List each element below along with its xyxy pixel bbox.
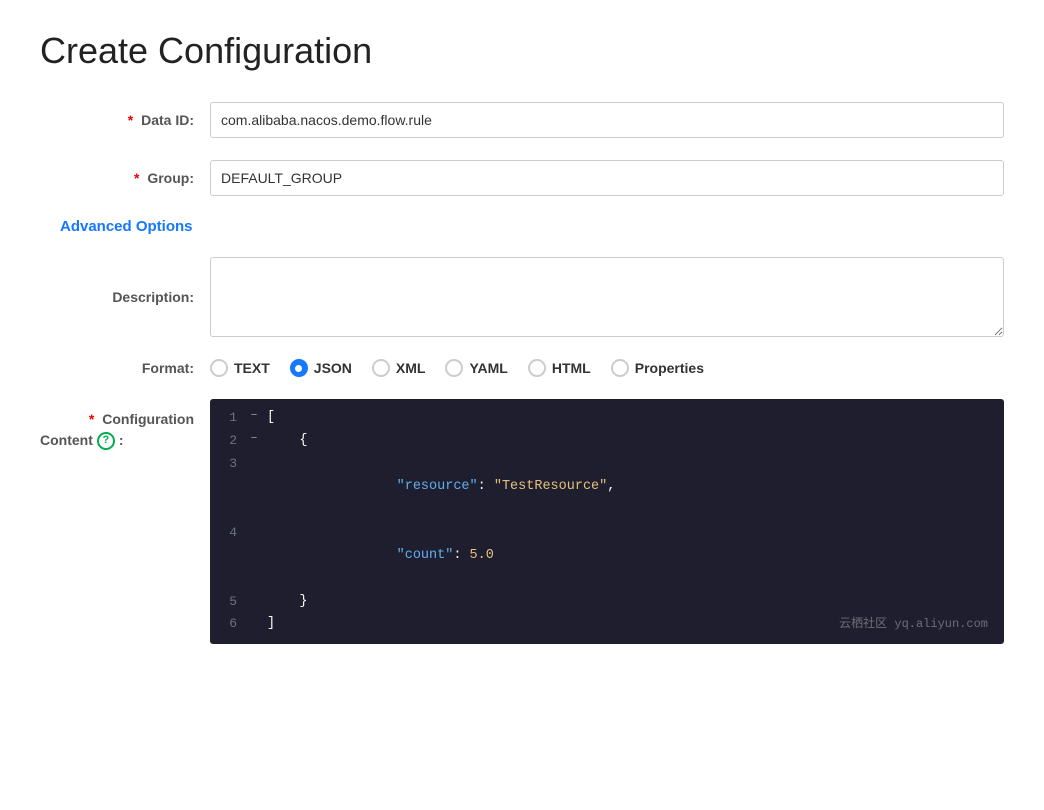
- data-id-input[interactable]: [210, 102, 1004, 138]
- code-content-6: ]: [267, 613, 275, 636]
- required-star-data-id: *: [128, 112, 133, 128]
- format-label: Format:: [40, 360, 210, 376]
- group-label: * Group:: [40, 170, 210, 186]
- format-yaml[interactable]: YAML: [445, 359, 507, 377]
- data-id-row: * Data ID:: [40, 102, 1004, 138]
- code-line-3: 3 "resource": "TestResource",: [210, 453, 1004, 522]
- fold-btn-3: [245, 453, 263, 472]
- line-number-1: 1: [210, 407, 245, 429]
- format-html-label: HTML: [552, 360, 591, 376]
- format-text-label: TEXT: [234, 360, 270, 376]
- line-number-6: 6: [210, 613, 245, 635]
- config-label-line2: Content ? :: [40, 430, 194, 451]
- line-number-5: 5: [210, 591, 245, 613]
- code-editor[interactable]: 1 − [ 2 − { 3 "resource": "TestResource"…: [210, 399, 1004, 644]
- watermark: 云栖社区 yq.aliyun.com: [839, 614, 988, 634]
- format-properties[interactable]: Properties: [611, 359, 704, 377]
- format-xml-label: XML: [396, 360, 426, 376]
- code-content-3: "resource": "TestResource",: [267, 453, 615, 522]
- radio-text-circle: [210, 359, 228, 377]
- config-label-line1: * Configuration: [40, 409, 194, 430]
- code-content-1: [: [267, 407, 275, 430]
- radio-json-circle: [290, 359, 308, 377]
- description-label: Description:: [40, 289, 210, 305]
- fold-btn-6: [245, 613, 263, 632]
- code-line-5: 5 }: [210, 591, 1004, 614]
- line-number-2: 2: [210, 430, 245, 452]
- code-content-5: }: [267, 591, 308, 614]
- code-line-2: 2 − {: [210, 430, 1004, 453]
- config-content-label: * Configuration Content ? :: [40, 399, 210, 451]
- code-line-4: 4 "count": 5.0: [210, 522, 1004, 591]
- config-content-row: * Configuration Content ? : 1 − [ 2 − { …: [40, 399, 1004, 644]
- format-properties-label: Properties: [635, 360, 704, 376]
- fold-btn-5: [245, 591, 263, 610]
- fold-btn-4: [245, 522, 263, 541]
- radio-xml-circle: [372, 359, 390, 377]
- group-input[interactable]: [210, 160, 1004, 196]
- code-content-2: {: [267, 430, 308, 453]
- format-json[interactable]: JSON: [290, 359, 352, 377]
- format-json-label: JSON: [314, 360, 352, 376]
- radio-properties-circle: [611, 359, 629, 377]
- format-row: Format: TEXT JSON XML YAML HTML Properti…: [40, 359, 1004, 377]
- line-number-3: 3: [210, 453, 245, 475]
- fold-btn-2[interactable]: −: [245, 430, 263, 449]
- description-input[interactable]: [210, 257, 1004, 337]
- format-text[interactable]: TEXT: [210, 359, 270, 377]
- group-row: * Group:: [40, 160, 1004, 196]
- page-title: Create Configuration: [40, 30, 1004, 72]
- code-content-4: "count": 5.0: [267, 522, 494, 591]
- advanced-options-link[interactable]: Advanced Options: [60, 218, 193, 235]
- required-star-group: *: [134, 170, 139, 186]
- description-row: Description:: [40, 257, 1004, 337]
- radio-html-circle: [528, 359, 546, 377]
- radio-yaml-circle: [445, 359, 463, 377]
- format-yaml-label: YAML: [469, 360, 507, 376]
- line-number-4: 4: [210, 522, 245, 544]
- format-xml[interactable]: XML: [372, 359, 426, 377]
- format-options: TEXT JSON XML YAML HTML Properties: [210, 359, 704, 377]
- format-html[interactable]: HTML: [528, 359, 591, 377]
- code-line-1: 1 − [: [210, 407, 1004, 430]
- data-id-label: * Data ID:: [40, 112, 210, 128]
- help-icon[interactable]: ?: [97, 432, 115, 450]
- fold-btn-1[interactable]: −: [245, 407, 263, 426]
